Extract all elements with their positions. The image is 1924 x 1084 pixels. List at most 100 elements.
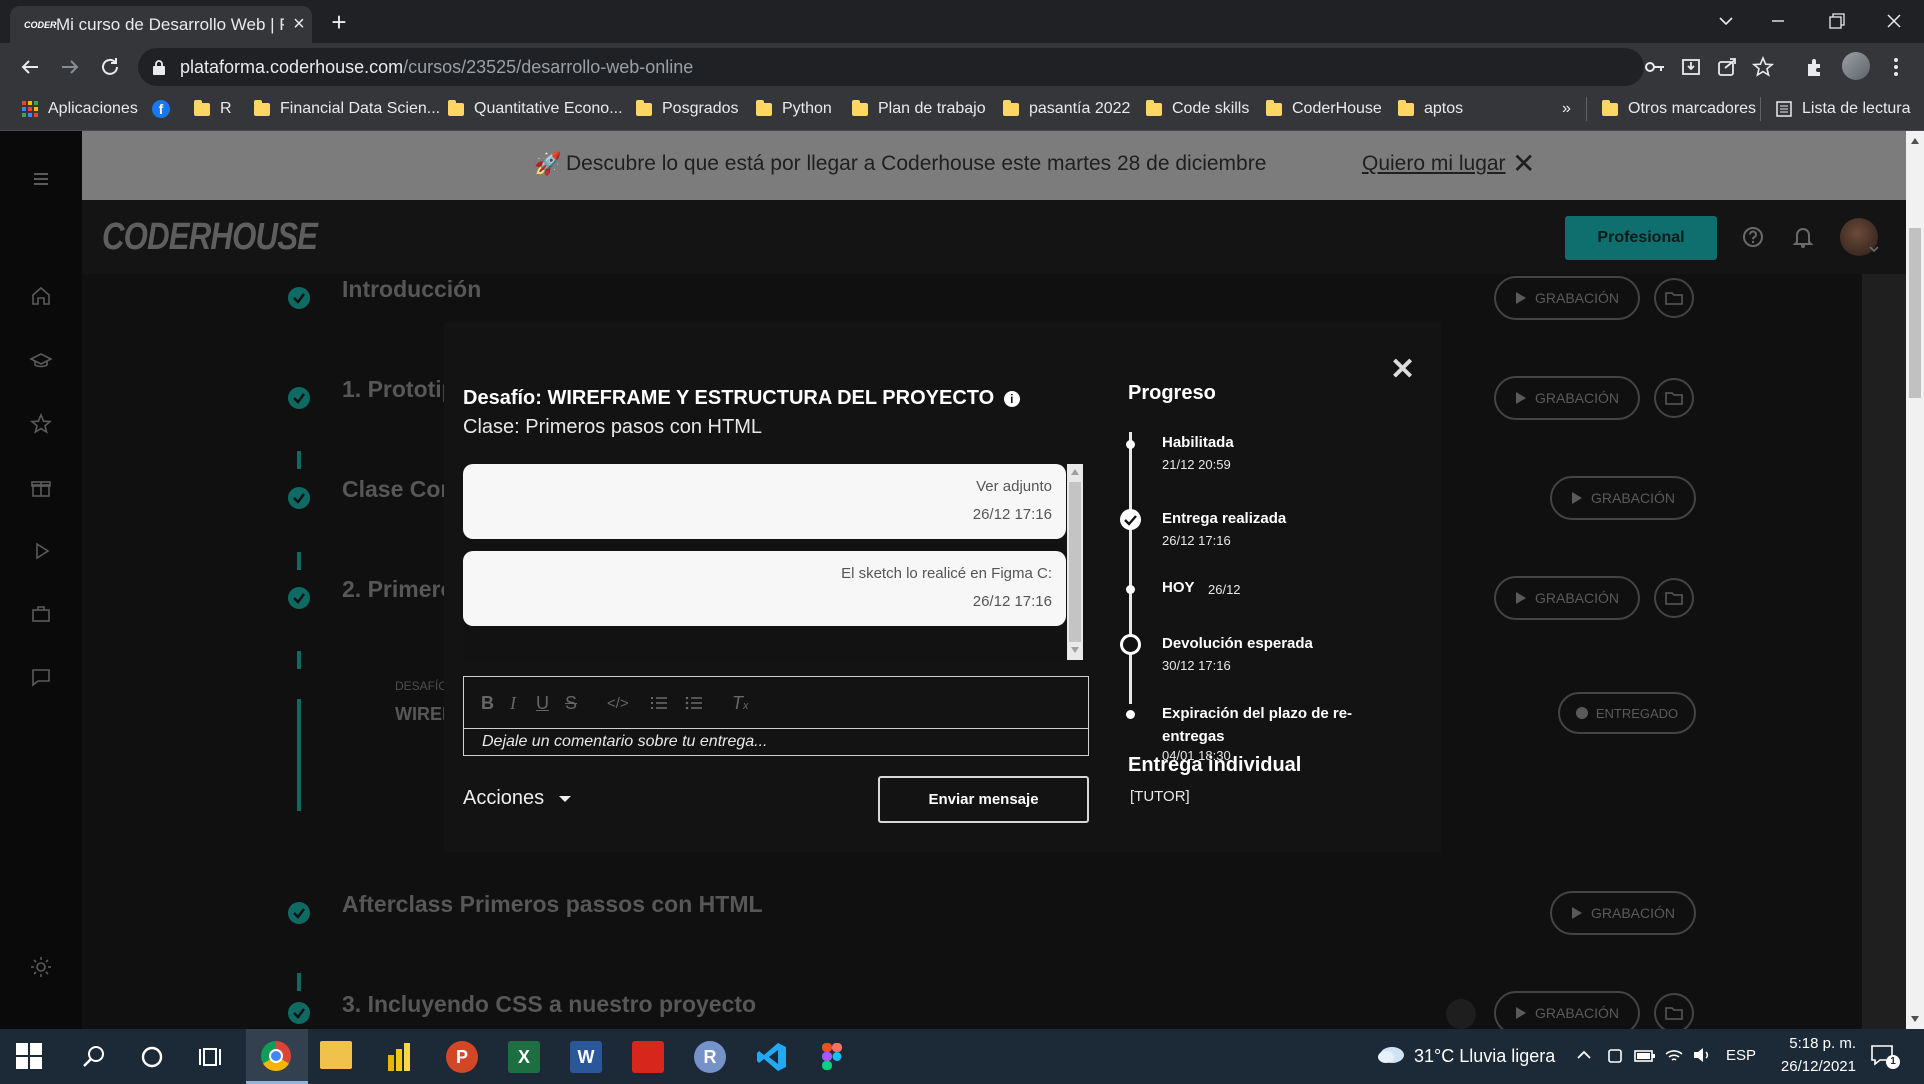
class-row-title[interactable]: Introducción — [342, 276, 481, 303]
meet-now-icon[interactable] — [1606, 1047, 1624, 1065]
scroll-thumb[interactable] — [1909, 228, 1921, 398]
bold-icon[interactable]: B — [481, 693, 494, 714]
recording-button[interactable]: GRABACIÓN — [1550, 891, 1696, 935]
class-row-title[interactable]: Afterclass Primeros passos con HTML — [342, 891, 763, 918]
chrome-menu-icon[interactable] — [1886, 55, 1906, 79]
bookmark-folder[interactable]: Financial Data Scien... — [254, 91, 440, 127]
message-scrollbar[interactable] — [1067, 464, 1083, 660]
recording-button[interactable]: GRABACIÓN — [1494, 576, 1640, 620]
minimize-icon[interactable] — [1758, 6, 1798, 36]
r-app-icon[interactable]: R — [694, 1041, 726, 1073]
code-icon[interactable]: </> — [607, 695, 629, 712]
other-bookmarks[interactable]: Otros marcadores — [1602, 91, 1756, 127]
clock-time[interactable]: 5:18 p. m. — [1772, 1035, 1856, 1052]
word-icon[interactable]: W — [570, 1041, 602, 1073]
profesional-button[interactable]: Profesional — [1565, 216, 1717, 260]
power-bi-icon[interactable] — [386, 1041, 412, 1073]
bookmark-folder[interactable]: Code skills — [1146, 91, 1249, 127]
new-tab-button[interactable]: + — [326, 9, 352, 36]
input-language[interactable]: ESP — [1726, 1047, 1756, 1064]
forward-icon[interactable] — [54, 51, 86, 83]
tab-search-icon[interactable] — [1706, 6, 1746, 36]
reload-icon[interactable] — [94, 51, 126, 83]
share-icon[interactable] — [1716, 56, 1738, 78]
bookmark-folder[interactable]: pasantía 2022 — [1003, 91, 1130, 127]
banner-close-icon[interactable]: ✕ — [1512, 147, 1535, 180]
weather-cloud-icon[interactable] — [1376, 1043, 1406, 1065]
reading-list[interactable]: Lista de lectura — [1776, 91, 1911, 127]
scroll-up-icon[interactable] — [1910, 137, 1920, 145]
thumbs-up-icon[interactable] — [1446, 999, 1476, 1029]
url-text[interactable]: plataforma.coderhouse.com/cursos/23525/d… — [180, 57, 693, 78]
recording-button[interactable]: GRABACIÓN — [1494, 376, 1640, 420]
wifi-icon[interactable] — [1664, 1046, 1684, 1064]
bookmark-folder[interactable]: aptos — [1398, 91, 1463, 127]
chevron-down-icon[interactable] — [1868, 244, 1880, 254]
volume-icon[interactable] — [1692, 1046, 1712, 1064]
scroll-down-icon[interactable] — [1910, 1015, 1920, 1023]
bookmark-star-icon[interactable] — [1752, 56, 1774, 78]
clear-format-icon[interactable]: Tx — [732, 693, 749, 714]
actions-dropdown[interactable]: Acciones — [463, 787, 572, 810]
help-icon[interactable] — [1742, 226, 1764, 248]
bookmark-apps[interactable]: Aplicaciones — [22, 91, 138, 127]
delivered-badge[interactable]: ENTREGADO — [1558, 692, 1696, 734]
profile-avatar[interactable] — [1842, 52, 1870, 80]
figma-icon[interactable] — [822, 1043, 842, 1071]
bullet-list-icon[interactable] — [685, 695, 703, 711]
bookmark-folder[interactable]: Posgrados — [636, 91, 739, 127]
underline-icon[interactable]: U — [536, 693, 549, 714]
send-message-button[interactable]: Enviar mensaje — [878, 776, 1089, 823]
folder-button[interactable] — [1654, 278, 1694, 318]
menu-icon[interactable] — [29, 167, 53, 191]
bookmark-folder[interactable]: CoderHouse — [1266, 91, 1382, 127]
chrome-taskbar-button[interactable] — [246, 1029, 308, 1084]
cortana-icon[interactable] — [134, 1039, 170, 1075]
italic-icon[interactable]: I — [510, 693, 516, 714]
home-icon[interactable] — [29, 284, 53, 308]
briefcase-icon[interactable] — [29, 602, 53, 626]
comment-input[interactable]: Dejale un comentario sobre tu entrega... — [482, 733, 768, 751]
battery-icon[interactable] — [1634, 1049, 1656, 1063]
info-icon[interactable]: i — [1003, 390, 1020, 407]
key-icon[interactable] — [1644, 56, 1666, 78]
scroll-thumb[interactable] — [1069, 482, 1081, 642]
facebook-bookmark[interactable]: f — [152, 91, 170, 127]
restore-icon[interactable] — [1816, 6, 1856, 36]
folder-button[interactable] — [1654, 378, 1694, 418]
browser-tab[interactable]: CODER Mi curso de Desarrollo Web | Pla × — [10, 6, 312, 43]
close-modal-icon[interactable]: ✕ — [1390, 352, 1415, 387]
play-icon[interactable] — [29, 539, 53, 563]
recording-button[interactable]: GRABACIÓN — [1494, 991, 1640, 1029]
bookmark-folder[interactable]: Plan de trabajo — [852, 91, 986, 127]
gift-icon[interactable] — [29, 476, 53, 500]
address-bar[interactable]: plataforma.coderhouse.com/cursos/23525/d… — [138, 48, 1774, 86]
bookmark-folder[interactable]: Python — [756, 91, 832, 127]
sun-icon[interactable] — [29, 955, 53, 979]
powerpoint-icon[interactable]: P — [446, 1041, 478, 1073]
class-row-title[interactable]: 3. Incluyendo CSS a nuestro proyecto — [342, 991, 756, 1018]
banner-link[interactable]: Quiero mi lugar — [1362, 152, 1506, 176]
page-scrollbar[interactable] — [1906, 131, 1924, 1029]
back-icon[interactable] — [14, 51, 46, 83]
graduation-cap-icon[interactable] — [29, 349, 53, 373]
recording-button[interactable]: GRABACIÓN — [1494, 276, 1640, 320]
chat-icon[interactable] — [29, 665, 53, 689]
extensions-icon[interactable] — [1804, 56, 1826, 78]
star-icon[interactable] — [29, 412, 53, 436]
clock-date[interactable]: 26/12/2021 — [1772, 1058, 1856, 1075]
coderhouse-logo[interactable]: CODERHOUSE — [102, 216, 318, 259]
bookmark-folder[interactable]: R — [194, 91, 232, 127]
bell-icon[interactable] — [1792, 225, 1814, 249]
tray-chevron-icon[interactable] — [1576, 1049, 1592, 1061]
excel-icon[interactable]: X — [508, 1041, 540, 1073]
windows-start-icon[interactable] — [14, 1041, 50, 1077]
file-explorer-icon[interactable] — [320, 1041, 352, 1069]
notification-center-icon[interactable]: 1 — [1870, 1043, 1900, 1069]
bookmark-folder[interactable]: Quantitative Econo... — [448, 91, 623, 127]
bookmarks-overflow-button[interactable]: » — [1562, 91, 1571, 127]
scroll-down-icon[interactable] — [1070, 646, 1080, 654]
strikethrough-icon[interactable]: S — [565, 693, 577, 714]
vscode-icon[interactable] — [756, 1041, 788, 1073]
acrobat-icon[interactable] — [632, 1041, 664, 1073]
